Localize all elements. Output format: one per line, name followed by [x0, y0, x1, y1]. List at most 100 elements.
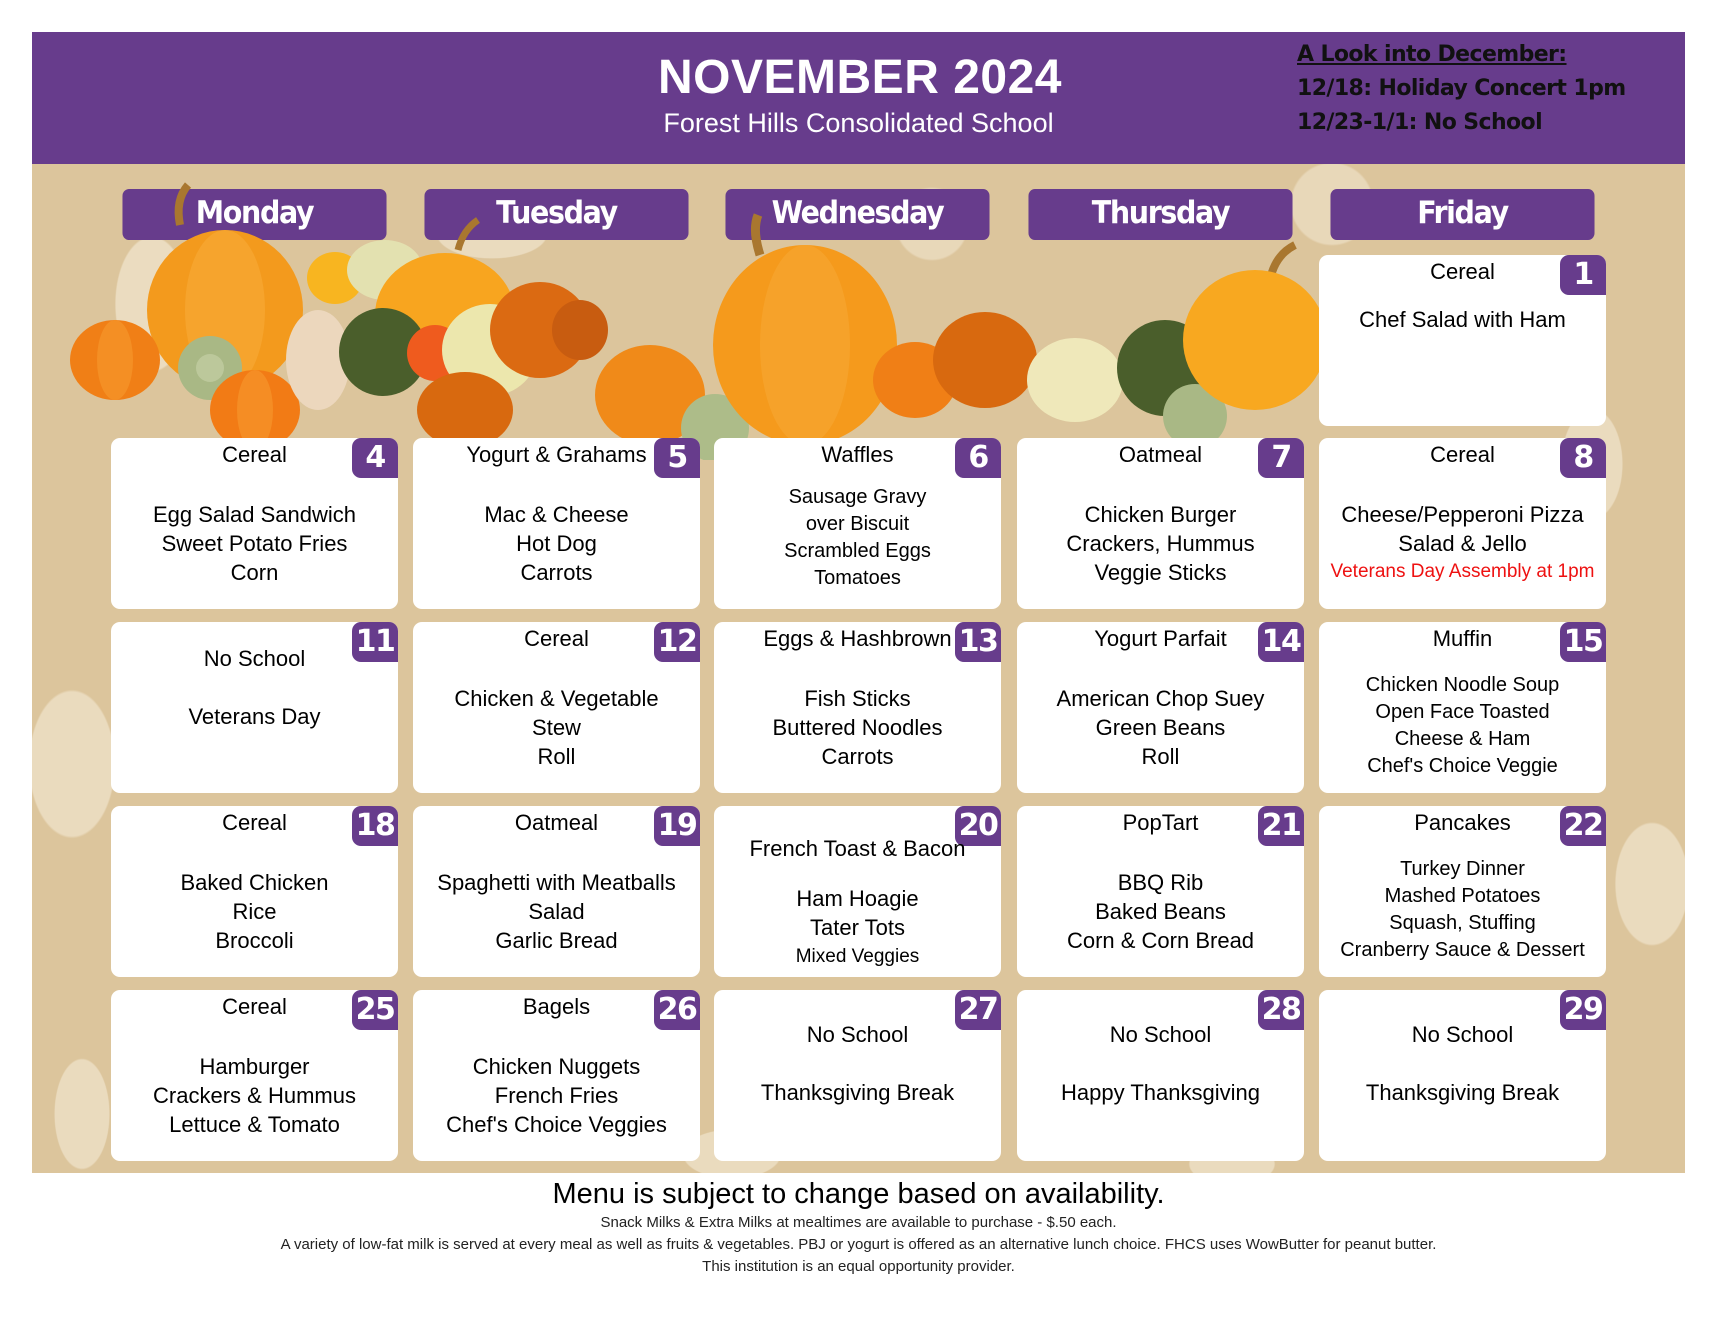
lunch-item: Baked Beans: [1095, 899, 1226, 924]
day-header-friday: Friday: [1330, 189, 1595, 240]
lunch-item: Buttered Noodles: [772, 715, 943, 740]
day-cell-18: 18 Cereal Baked Chicken Rice Broccoli: [111, 806, 398, 977]
lunch-item: Mixed Veggies: [795, 946, 920, 967]
day-cell-26: 26 Bagels Chicken Nuggets French Fries Chef'…: [413, 990, 700, 1161]
day-cell-20: 20 French Toast & Bacon Ham Hoagie Tater To…: [714, 806, 1001, 977]
breakfast-item: Yogurt & Grahams: [466, 442, 647, 467]
lunch-item: Turkey Dinner: [1400, 858, 1525, 880]
lunch-menu: No School Thanksgiving Break: [1319, 1020, 1606, 1107]
lunch-menu: Chicken Burger Crackers, Hummus Veggie Sti…: [1017, 500, 1304, 587]
lunch-item: Spaghetti with Meatballs: [437, 870, 676, 895]
day-cell-11: 11 No School Veterans Day: [111, 622, 398, 793]
lunch-item: Veggie Sticks: [1094, 560, 1227, 585]
lunch-item: No School: [1411, 1022, 1514, 1047]
lunch-menu: Spaghetti with Meatballs Salad Garlic Brea…: [413, 868, 700, 955]
event-note: Veterans Day Assembly at 1pm: [1330, 561, 1595, 582]
lunch-item: Chef Salad with Ham: [1359, 307, 1566, 332]
day-cell-1: 1 Cereal Chef Salad with Ham: [1319, 255, 1606, 426]
lunch-menu: No School Veterans Day: [111, 644, 398, 731]
menu-disclaimer: Menu is subject to change based on avail…: [552, 1178, 1165, 1210]
lunch-item: Carrots: [520, 560, 593, 585]
day-cell-19: 19 Oatmeal Spaghetti with Meatballs Salad Ga…: [413, 806, 700, 977]
day-header-thursday: Thursday: [1028, 189, 1293, 240]
lunch-item: Chef's Choice Veggie: [1367, 755, 1558, 777]
milk-price-note: Snack Milks & Extra Milks at mealtimes a…: [600, 1214, 1117, 1231]
lunch-menu: BBQ Rib Baked Beans Corn & Corn Bread: [1017, 868, 1304, 955]
lunch-item: Mashed Potatoes: [1384, 885, 1541, 907]
lunch-item: Corn: [230, 560, 279, 585]
lunch-item: Egg Salad Sandwich: [152, 502, 357, 527]
lunch-menu: Egg Salad Sandwich Sweet Potato Fries Corn: [111, 500, 398, 587]
lunch-item: Hamburger: [199, 1054, 310, 1079]
day-cell-15: 15 Muffin Chicken Noodle Soup Open Face Toa…: [1319, 622, 1606, 793]
breakfast-item: Pancakes: [1414, 810, 1511, 835]
lunch-item: BBQ Rib: [1117, 870, 1204, 895]
lunch-menu: Sausage Gravy over Biscuit Scrambled Eggs T…: [714, 484, 1001, 592]
lunch-item: Sweet Potato Fries: [161, 531, 348, 556]
day-header-monday: Monday: [122, 189, 387, 240]
lunch-item: Chicken Noodle Soup: [1365, 674, 1560, 696]
nutrition-note: A variety of low-fat milk is served at e…: [280, 1236, 1437, 1253]
lunch-item: Scrambled Eggs: [784, 540, 931, 562]
day-cell-13: 13 Eggs & Hashbrown Fish Sticks Buttered No…: [714, 622, 1001, 793]
lunch-menu: American Chop Suey Green Beans Roll: [1017, 684, 1304, 771]
lunch-item: Roll: [537, 744, 576, 769]
december-preview-item: 12/23-1/1: No School: [1297, 110, 1543, 135]
lunch-menu: Baked Chicken Rice Broccoli: [111, 868, 398, 955]
lunch-item: Chicken Nuggets: [472, 1054, 641, 1079]
lunch-menu: Chef Salad with Ham: [1319, 305, 1606, 334]
day-cell-6: 6 Waffles Sausage Gravy over Biscuit Scrambl…: [714, 438, 1001, 609]
day-cell-12: 12 Cereal Chicken & Vegetable Stew Roll: [413, 622, 700, 793]
breakfast-item: Cereal: [222, 994, 287, 1019]
lunch-item: Thanksgiving Break: [1365, 1080, 1560, 1105]
lunch-item: over Biscuit: [805, 513, 910, 535]
breakfast-item: Bagels: [522, 994, 591, 1019]
lunch-item: Cranberry Sauce & Dessert: [1340, 939, 1585, 961]
equal-opportunity-note: This institution is an equal opportunity…: [702, 1258, 1015, 1275]
lunch-item: Cheese & Ham: [1394, 728, 1531, 750]
day-cell-27: 27 No School Thanksgiving Break: [714, 990, 1001, 1161]
day-cell-29: 29 No School Thanksgiving Break: [1319, 990, 1606, 1161]
lunch-item: No School: [806, 1022, 909, 1047]
lunch-item: Crackers & Hummus: [153, 1083, 356, 1108]
day-header-wednesday: Wednesday: [725, 189, 990, 240]
lunch-item: Mac & Cheese: [484, 502, 629, 527]
lunch-menu: Fish Sticks Buttered Noodles Carrots: [714, 684, 1001, 771]
lunch-item: No School: [203, 646, 306, 671]
day-cell-28: 28 No School Happy Thanksgiving: [1017, 990, 1304, 1161]
lunch-item: [1017, 1049, 1304, 1078]
breakfast-item: PopTart: [1122, 810, 1199, 835]
lunch-item: American Chop Suey: [1056, 686, 1265, 711]
lunch-item: Broccoli: [215, 928, 294, 953]
lunch-item: Chicken & Vegetable: [454, 686, 659, 711]
lunch-menu: Turkey Dinner Mashed Potatoes Squash, Stuf…: [1319, 856, 1606, 964]
lunch-item: French Fries: [494, 1083, 619, 1108]
december-preview: A Look into December: 12/18: Holiday Con…: [1297, 38, 1626, 140]
december-preview-item: 12/18: Holiday Concert 1pm: [1297, 76, 1626, 101]
lunch-item: Roll: [1141, 744, 1180, 769]
lunch-item: No School: [1109, 1022, 1212, 1047]
lunch-menu: Chicken Noodle Soup Open Face Toasted Chee…: [1319, 672, 1606, 780]
title-banner: NOVEMBER 2024 Forest Hills Consolidated …: [32, 32, 1685, 164]
lunch-item: Chicken Burger: [1084, 502, 1237, 527]
lunch-item: Open Face Toasted: [1375, 701, 1550, 723]
lunch-item: Sausage Gravy: [788, 486, 927, 508]
day-cell-25: 25 Cereal Hamburger Crackers & Hummus Lettuc…: [111, 990, 398, 1161]
lunch-item: [111, 673, 398, 702]
lunch-menu: Chicken Nuggets French Fries Chef's Choice…: [413, 1052, 700, 1139]
breakfast-item: Yogurt Parfait: [1094, 626, 1227, 651]
day-cell-21: 21 PopTart BBQ Rib Baked Beans Corn & Corn B…: [1017, 806, 1304, 977]
breakfast-item: French Toast & Bacon: [749, 836, 966, 861]
lunch-item: Ham Hoagie: [796, 886, 919, 911]
breakfast-item: Muffin: [1432, 626, 1493, 651]
day-cell-8: 8 Cereal Cheese/Pepperoni Pizza Salad & Jel…: [1319, 438, 1606, 609]
breakfast-item: Cereal: [1430, 259, 1495, 284]
lunch-item: [1319, 1049, 1606, 1078]
lunch-item: Baked Chicken: [180, 870, 329, 895]
lunch-item: Rice: [232, 899, 277, 924]
day-cell-5: 5 Yogurt & Grahams Mac & Cheese Hot Dog Carr…: [413, 438, 700, 609]
lunch-item: Stew: [532, 715, 581, 740]
breakfast-item: Cereal: [222, 442, 287, 467]
lunch-item: Squash, Stuffing: [1389, 912, 1536, 934]
lunch-item: [714, 1049, 1001, 1078]
